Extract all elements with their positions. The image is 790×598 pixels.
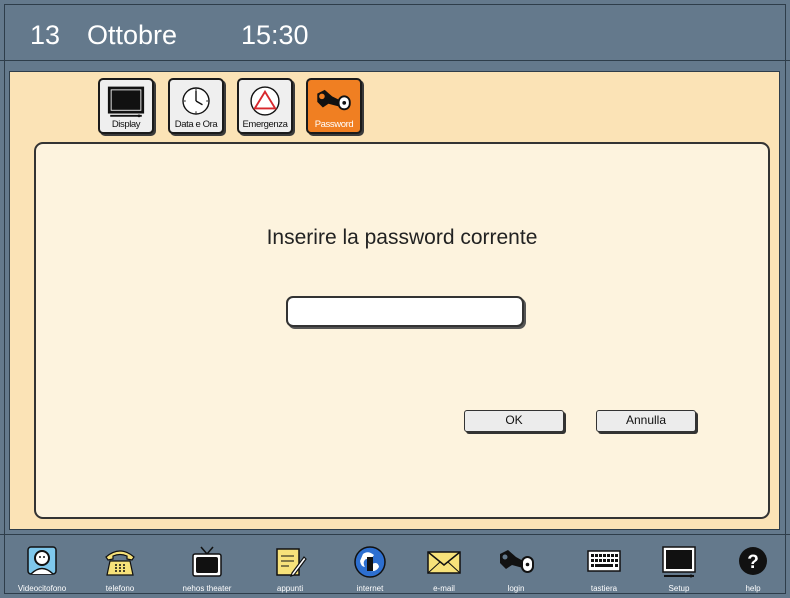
dock-nehos-theater[interactable]: nehos theater: [172, 542, 242, 594]
clock-icon: [182, 87, 210, 115]
top-bar: 13 Ottobre 15:30: [0, 0, 790, 58]
dock-telefono-label: telefono: [105, 584, 135, 593]
tab-display-label: Display: [111, 119, 141, 130]
envelope-icon: [427, 551, 461, 574]
dock-tastiera[interactable]: tastiera: [569, 542, 639, 594]
dock-help[interactable]: ? help: [718, 542, 788, 594]
dock-setup-label: Setup: [668, 584, 690, 593]
help-icon: ?: [739, 547, 767, 575]
dock-help-label: help: [745, 584, 761, 593]
tab-display[interactable]: Display: [98, 78, 154, 134]
tab-emergenza-label: Emergenza: [242, 119, 288, 130]
tv-icon: [192, 546, 222, 577]
top-divider: [0, 60, 790, 61]
dock-telefono[interactable]: telefono: [85, 542, 155, 594]
dock-internet-label: internet: [356, 584, 384, 593]
videophone-icon: [27, 546, 57, 575]
warning-triangle-icon: [250, 86, 280, 116]
tab-emergenza[interactable]: Emergenza: [237, 78, 293, 134]
password-input[interactable]: [286, 296, 524, 327]
dock-videocitofono[interactable]: Videocitofono: [7, 542, 77, 594]
tab-password[interactable]: Password: [306, 78, 362, 134]
dock-login-label: login: [507, 584, 525, 593]
ok-button[interactable]: OK: [464, 410, 564, 432]
date-month: Ottobre: [87, 20, 178, 50]
key-icon: [317, 89, 351, 111]
date-day: 13: [30, 20, 61, 50]
monitor-icon: [107, 86, 145, 118]
dock-appunti-label: appunti: [276, 584, 304, 593]
dock-tastiera-label: tastiera: [590, 584, 618, 593]
dock-videocitofono-label: Videocitofono: [17, 584, 67, 593]
dock-internet[interactable]: internet: [335, 542, 405, 594]
dock-login[interactable]: login: [481, 542, 551, 594]
password-dialog: Inserire la password corrente OK Annulla: [34, 142, 770, 519]
dock-e-mail-label: e-mail: [433, 584, 455, 593]
notepad-icon: [276, 548, 307, 577]
dock-divider: [0, 534, 790, 535]
dock-setup[interactable]: Setup: [644, 542, 714, 594]
password-prompt: Inserire la password corrente: [266, 226, 538, 249]
internet-globe-icon: [354, 546, 386, 578]
cancel-button[interactable]: Annulla: [596, 410, 696, 432]
dock-e-mail[interactable]: e-mail: [409, 542, 479, 594]
tab-password-label: Password: [314, 119, 354, 130]
clock-time: 15:30: [241, 20, 309, 50]
tab-data-e-ora-label: Data e Ora: [174, 119, 218, 130]
telephone-icon: [105, 550, 135, 576]
keyboard-icon: [587, 550, 621, 572]
dock-appunti[interactable]: appunti: [255, 542, 325, 594]
svg-text:?: ?: [747, 552, 759, 573]
dock-nehos-theater-label: nehos theater: [182, 584, 232, 593]
tab-data-e-ora[interactable]: Data e Ora: [168, 78, 224, 134]
key-icon: [500, 550, 534, 573]
monitor-icon: [662, 546, 696, 578]
